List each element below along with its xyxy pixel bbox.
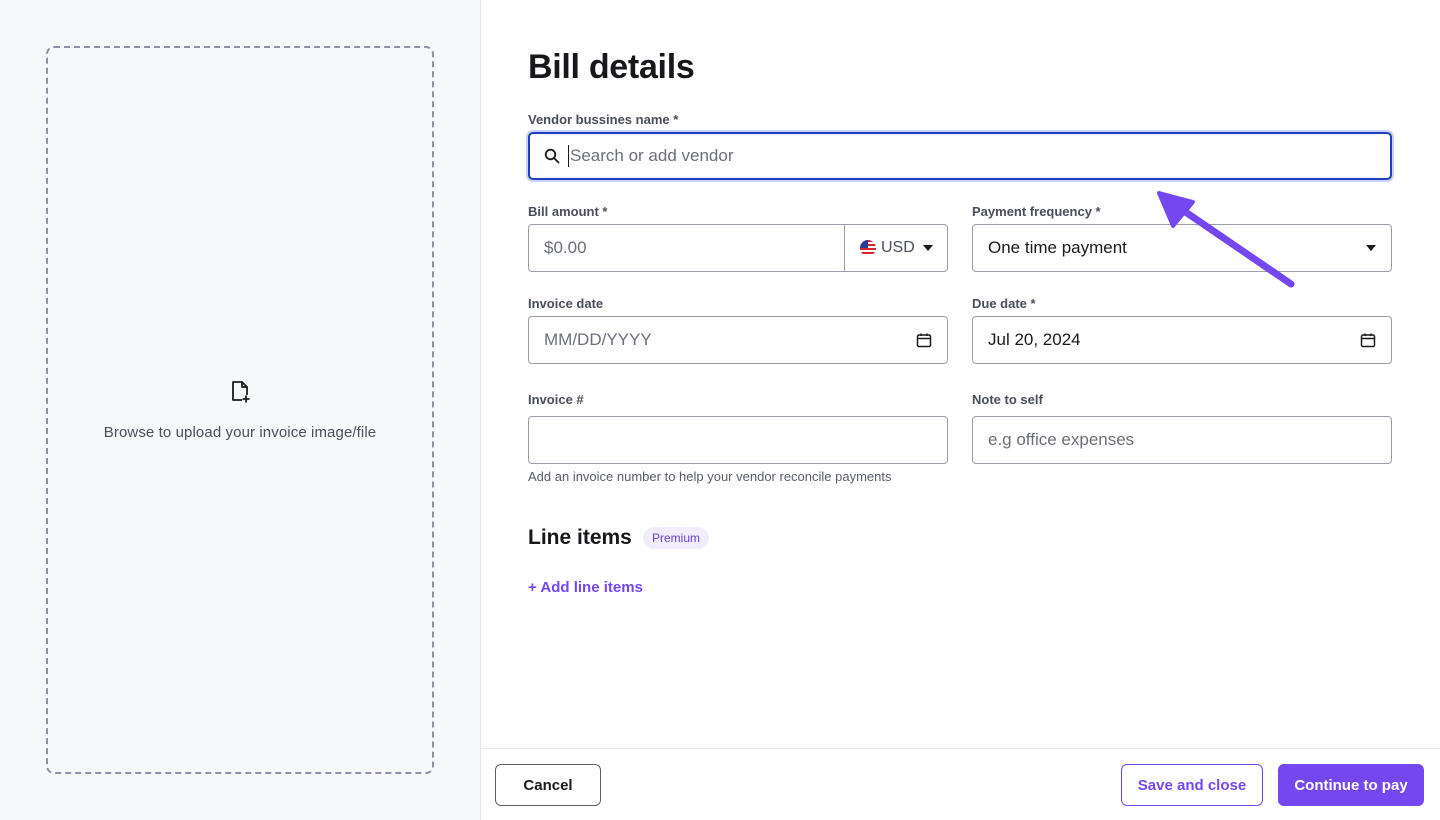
due-date-input[interactable]: Jul 20, 2024 — [972, 316, 1392, 364]
upload-panel: Browse to upload your invoice image/file — [0, 0, 481, 820]
footer-bar: Cancel Save and close Continue to pay — [481, 748, 1440, 820]
upload-text: Browse to upload your invoice image/file — [103, 423, 377, 441]
note-label: Note to self — [972, 392, 1043, 407]
cancel-button[interactable]: Cancel — [495, 764, 601, 806]
invoice-date-label: Invoice date — [528, 296, 604, 311]
text-caret — [568, 145, 569, 167]
search-icon — [544, 148, 560, 164]
calendar-icon[interactable] — [916, 332, 932, 348]
invoice-date-placeholder: MM/DD/YYYY — [544, 330, 652, 349]
payment-frequency-value: One time payment — [988, 238, 1127, 257]
add-line-items-link[interactable]: + Add line items — [528, 579, 643, 596]
bill-amount-placeholder: $0.00 — [544, 238, 587, 257]
upload-dropzone[interactable]: Browse to upload your invoice image/file — [46, 46, 434, 774]
invoice-date-input[interactable]: MM/DD/YYYY — [528, 316, 948, 364]
currency-code: USD — [881, 239, 915, 256]
vendor-search-input[interactable]: Search or add vendor — [528, 132, 1392, 180]
file-plus-icon — [232, 380, 250, 403]
save-and-close-button[interactable]: Save and close — [1121, 764, 1263, 806]
bill-amount-label: Bill amount * — [528, 204, 608, 219]
note-placeholder: e.g office expenses — [988, 430, 1135, 449]
us-flag-icon — [860, 240, 876, 256]
bill-amount-input[interactable]: $0.00 USD — [528, 224, 948, 272]
due-date-label: Due date * — [972, 296, 1036, 311]
calendar-icon[interactable] — [1360, 332, 1376, 348]
note-input[interactable]: e.g office expenses — [972, 416, 1392, 464]
continue-to-pay-button[interactable]: Continue to pay — [1278, 764, 1424, 806]
premium-badge: Premium — [643, 527, 710, 549]
invoice-number-input[interactable] — [528, 416, 948, 464]
page-title: Bill details — [528, 48, 695, 86]
currency-select[interactable]: USD — [845, 225, 947, 271]
invoice-number-helper: Add an invoice number to help your vendo… — [528, 469, 892, 484]
vendor-label: Vendor bussines name * — [528, 112, 679, 127]
vendor-placeholder: Search or add vendor — [570, 146, 734, 165]
bill-details-form: Bill details Vendor bussines name * Sear… — [481, 0, 1440, 748]
caret-down-icon — [922, 245, 933, 251]
payment-frequency-select[interactable]: One time payment — [972, 224, 1392, 272]
line-items-title: Line items — [528, 526, 632, 549]
caret-down-icon — [1366, 245, 1376, 251]
due-date-value: Jul 20, 2024 — [988, 330, 1081, 349]
invoice-number-label: Invoice # — [528, 392, 584, 407]
payment-frequency-label: Payment frequency * — [972, 204, 1101, 219]
